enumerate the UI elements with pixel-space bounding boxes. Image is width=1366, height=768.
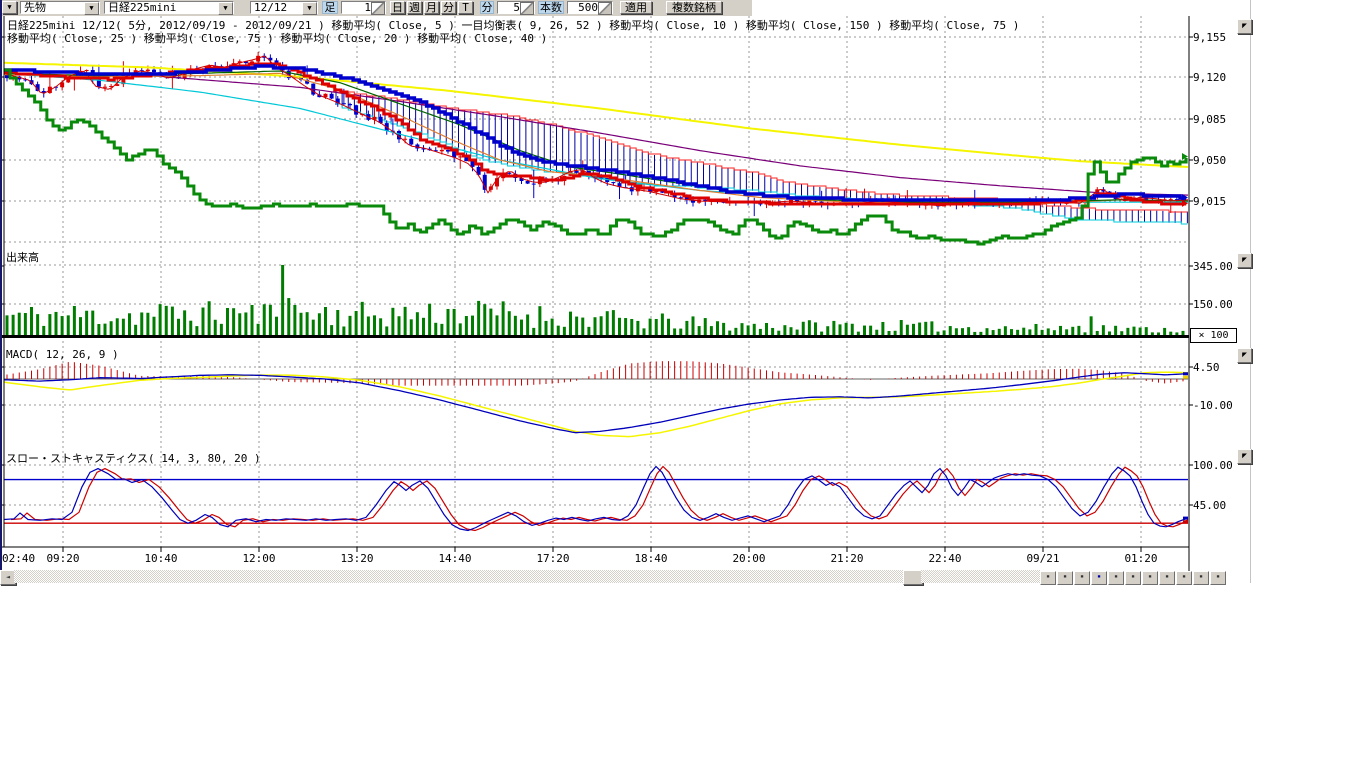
volume-pane-label: 出来高 bbox=[6, 249, 39, 265]
chart-region[interactable]: 日経225mini 12/12( 5分, 2012/09/19 - 2012/0… bbox=[0, 0, 1366, 600]
window-right-edge bbox=[1250, 0, 1251, 583]
time-tick-label: 09/21 bbox=[1026, 552, 1059, 564]
time-tick-label: 09:20 bbox=[46, 552, 79, 564]
time-tick-label: 20:00 bbox=[732, 552, 765, 564]
time-tick-label: 17:20 bbox=[536, 552, 569, 564]
app-window: ▼ 先物 ▼ 日経225mini ▼ 12/12 ▼ 足 1 日 週 月 分 T… bbox=[0, 0, 1366, 768]
time-tick-label: 18:40 bbox=[634, 552, 667, 564]
chart-tool-button-4[interactable]: ▪ bbox=[1108, 571, 1124, 585]
volume-tick-label: 345.00 bbox=[1193, 260, 1248, 272]
horizontal-scrollbar[interactable]: ◄ bbox=[0, 570, 1040, 583]
macd-tick-label: 4.50 bbox=[1193, 361, 1248, 373]
price-tick-label: 9,050 bbox=[1193, 154, 1248, 166]
chart-mini-toolbar: ▪▪▪▪▪▪▪▪▪▪▪ bbox=[1040, 571, 1227, 584]
chart-tool-button-0[interactable]: ▪ bbox=[1040, 571, 1056, 585]
volume-multiplier-badge: × 100 bbox=[1190, 328, 1237, 343]
chart-tool-button-9[interactable]: ▪ bbox=[1193, 571, 1209, 585]
volume-tick-label: 150.00 bbox=[1193, 298, 1248, 310]
time-tick-label: 12:00 bbox=[242, 552, 275, 564]
price-tick-label: 9,015 bbox=[1193, 195, 1248, 207]
macd-pane-label: MACD( 12, 26, 9 ) bbox=[6, 348, 119, 361]
time-tick-label: 22:40 bbox=[928, 552, 961, 564]
time-tick-label: 10:40 bbox=[144, 552, 177, 564]
scrollbar-track[interactable] bbox=[921, 570, 1040, 583]
chart-tool-button-6[interactable]: ▪ bbox=[1142, 571, 1158, 585]
stochastics-pane-label: スロー・ストキャスティクス( 14, 3, 80, 20 ) bbox=[6, 450, 261, 466]
time-tick-label: 01:20 bbox=[1124, 552, 1157, 564]
scrollbar-thumb[interactable] bbox=[903, 570, 923, 585]
macd-tick-label: -10.00 bbox=[1193, 399, 1248, 411]
window-left-edge bbox=[0, 0, 2, 583]
chart-tool-button-2[interactable]: ▪ bbox=[1074, 571, 1090, 585]
chart-tool-button-10[interactable]: ▪ bbox=[1210, 571, 1226, 585]
price-tick-label: 9,120 bbox=[1193, 71, 1248, 83]
time-tick-label: 21:20 bbox=[830, 552, 863, 564]
time-tick-label: 02:40 bbox=[2, 552, 35, 564]
chart-tool-button-3[interactable]: ▪ bbox=[1091, 571, 1107, 585]
stoch-tick-label: 45.00 bbox=[1193, 499, 1248, 511]
stoch-tick-label: 100.00 bbox=[1193, 459, 1248, 471]
chart-tool-button-5[interactable]: ▪ bbox=[1125, 571, 1141, 585]
chart-canvas[interactable] bbox=[0, 0, 1366, 600]
chart-tool-button-8[interactable]: ▪ bbox=[1176, 571, 1192, 585]
time-tick-label: 13:20 bbox=[340, 552, 373, 564]
chart-tool-button-1[interactable]: ▪ bbox=[1057, 571, 1073, 585]
price-tick-label: 9,085 bbox=[1193, 113, 1248, 125]
time-tick-label: 14:40 bbox=[438, 552, 471, 564]
price-tick-label: 9,155 bbox=[1193, 31, 1248, 43]
chart-tool-button-7[interactable]: ▪ bbox=[1159, 571, 1175, 585]
scrollbar-track[interactable] bbox=[14, 570, 903, 583]
legend-line-2: 移動平均( Close, 25 ) 移動平均( Close, 75 ) 移動平均… bbox=[7, 30, 547, 46]
